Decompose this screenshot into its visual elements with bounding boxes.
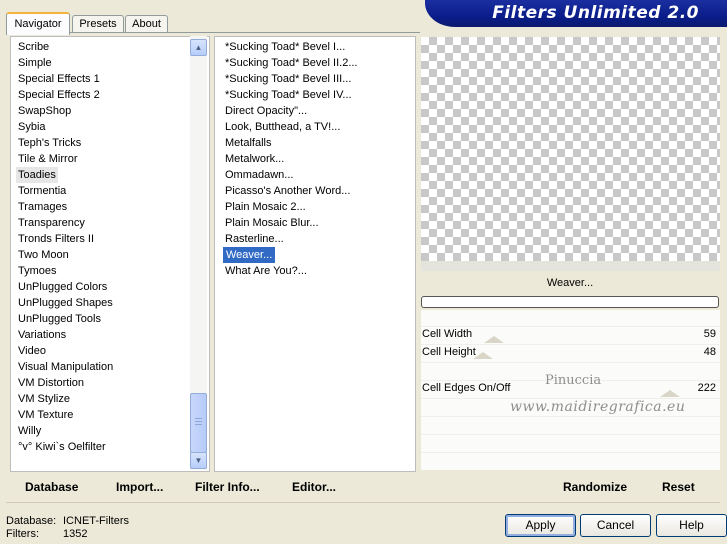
category-item[interactable]: UnPlugged Colors [18, 279, 107, 295]
category-item[interactable]: Variations [18, 327, 66, 343]
category-item[interactable]: Sybia [18, 119, 46, 135]
filter-item[interactable]: Plain Mosaic 2... [225, 199, 306, 215]
selected-filter-name: Weaver... [421, 272, 719, 294]
action-bar-right: Randomize Reset [421, 474, 720, 498]
filter-item[interactable]: Rasterline... [225, 231, 284, 247]
category-item[interactable]: Scribe [18, 39, 49, 55]
control-value: 222 [697, 382, 716, 394]
scroll-up-button[interactable]: ▲ [190, 39, 207, 56]
category-item[interactable]: Tile & Mirror [18, 151, 77, 167]
category-item[interactable]: Special Effects 1 [18, 71, 100, 87]
filter-info-button[interactable]: Filter Info... [195, 480, 260, 494]
filter-item[interactable]: Plain Mosaic Blur... [225, 215, 319, 231]
category-item[interactable]: VM Texture [18, 407, 73, 423]
filter-item[interactable]: Ommadawn... [225, 167, 293, 183]
app-banner: Filters Unlimited 2.0 [425, 0, 727, 27]
control-value: 59 [703, 328, 716, 340]
category-item[interactable]: Tymoes [18, 263, 57, 279]
filter-item[interactable]: Direct Opacity"... [225, 103, 307, 119]
category-item[interactable]: Simple [18, 55, 52, 71]
category-item[interactable]: Visual Manipulation [18, 359, 113, 375]
tab-presets[interactable]: Presets [72, 15, 124, 33]
database-button[interactable]: Database [25, 480, 78, 494]
category-item[interactable]: Tramages [18, 199, 67, 215]
help-button[interactable]: Help [656, 514, 727, 537]
filter-item[interactable]: *Sucking Toad* Bevel III... [225, 71, 351, 87]
filter-item[interactable]: Metalfalls [225, 135, 271, 151]
import-button[interactable]: Import... [116, 480, 163, 494]
category-item[interactable]: Special Effects 2 [18, 87, 100, 103]
category-item[interactable]: °v° Kiwi`s Oelfilter [18, 439, 106, 455]
control-row-empty [421, 434, 720, 452]
editor-button[interactable]: Editor... [292, 480, 336, 494]
slider-thumb-cell-width[interactable] [484, 336, 504, 343]
watermark-url: www.maidiregrafica.eu [510, 399, 686, 415]
category-item[interactable]: UnPlugged Tools [18, 311, 101, 327]
category-list[interactable]: Scribe Simple Special Effects 1 Special Eff… [10, 36, 210, 472]
filter-controls: Cell Width 59 Cell Height 48 Cell Edges … [421, 310, 720, 470]
filter-list[interactable]: *Sucking Toad* Bevel I... *Sucking Toad* … [214, 36, 416, 472]
filters-count-label: Filters: [6, 528, 39, 540]
scroll-down-button[interactable]: ▼ [190, 452, 207, 469]
category-item[interactable]: SwapShop [18, 103, 71, 119]
filter-item[interactable]: Look, Butthead, a TV!... [225, 119, 340, 135]
filters-count-value: 1352 [63, 528, 88, 540]
category-item[interactable]: Willy [18, 423, 41, 439]
filter-item[interactable]: Picasso's Another Word... [225, 183, 350, 199]
control-label: Cell Edges On/Off [422, 382, 511, 394]
category-item[interactable]: Teph's Tricks [18, 135, 81, 151]
apply-button[interactable]: Apply [505, 514, 576, 537]
preview-canvas [421, 37, 720, 261]
category-item[interactable]: Transparency [18, 215, 85, 231]
category-item[interactable]: Video [18, 343, 46, 359]
control-label: Cell Width [422, 328, 473, 340]
cancel-button[interactable]: Cancel [580, 514, 651, 537]
filter-item[interactable]: *Sucking Toad* Bevel IV... [225, 87, 352, 103]
category-item[interactable]: UnPlugged Shapes [18, 295, 113, 311]
filter-item[interactable]: Weaver... [223, 247, 276, 263]
slider-thumb-cell-height[interactable] [473, 352, 493, 359]
chevron-up-icon: ▲ [194, 43, 203, 52]
category-item[interactable]: Toadies [16, 167, 58, 183]
category-scrollbar[interactable]: ▲ ▼ [190, 36, 207, 470]
grip-line [195, 424, 202, 425]
tab-about[interactable]: About [125, 15, 168, 33]
watermark-name: Pinuccia [545, 373, 602, 388]
filter-item[interactable]: What Are You?... [225, 263, 307, 279]
database-label: Database: [6, 515, 57, 527]
grip-line [195, 418, 202, 419]
filter-item[interactable]: *Sucking Toad* Bevel II.2... [225, 55, 358, 71]
category-item[interactable]: VM Distortion [18, 375, 84, 391]
control-row-cell-height[interactable]: Cell Height 48 [421, 344, 720, 362]
scroll-thumb[interactable] [190, 393, 207, 453]
database-value: ICNET-Filters [63, 515, 129, 527]
control-value: 48 [703, 346, 716, 358]
action-bar: Database Import... Filter Info... Editor… [10, 474, 414, 498]
filter-item[interactable]: Metalwork... [225, 151, 284, 167]
divider [6, 502, 720, 503]
control-row-empty [421, 452, 720, 470]
category-item[interactable]: Tormentia [18, 183, 66, 199]
category-item[interactable]: Tronds Filters II [18, 231, 94, 247]
control-label: Cell Height [422, 346, 476, 358]
category-item[interactable]: Two Moon [18, 247, 69, 263]
chevron-down-icon: ▼ [194, 456, 203, 465]
reset-button[interactable]: Reset [662, 480, 695, 494]
filter-item[interactable]: *Sucking Toad* Bevel I... [225, 39, 345, 55]
randomize-button[interactable]: Randomize [563, 480, 627, 494]
slider-thumb-cell-edges[interactable] [660, 390, 680, 397]
preview-separator [421, 261, 720, 271]
grip-line [195, 421, 202, 422]
control-row-empty [421, 416, 720, 434]
category-item[interactable]: VM Stylize [18, 391, 70, 407]
app-title: Filters Unlimited 2.0 [492, 3, 699, 23]
control-row-cell-width[interactable]: Cell Width 59 [421, 326, 720, 344]
progress-bar [421, 296, 719, 308]
tab-navigator[interactable]: Navigator [6, 12, 70, 35]
